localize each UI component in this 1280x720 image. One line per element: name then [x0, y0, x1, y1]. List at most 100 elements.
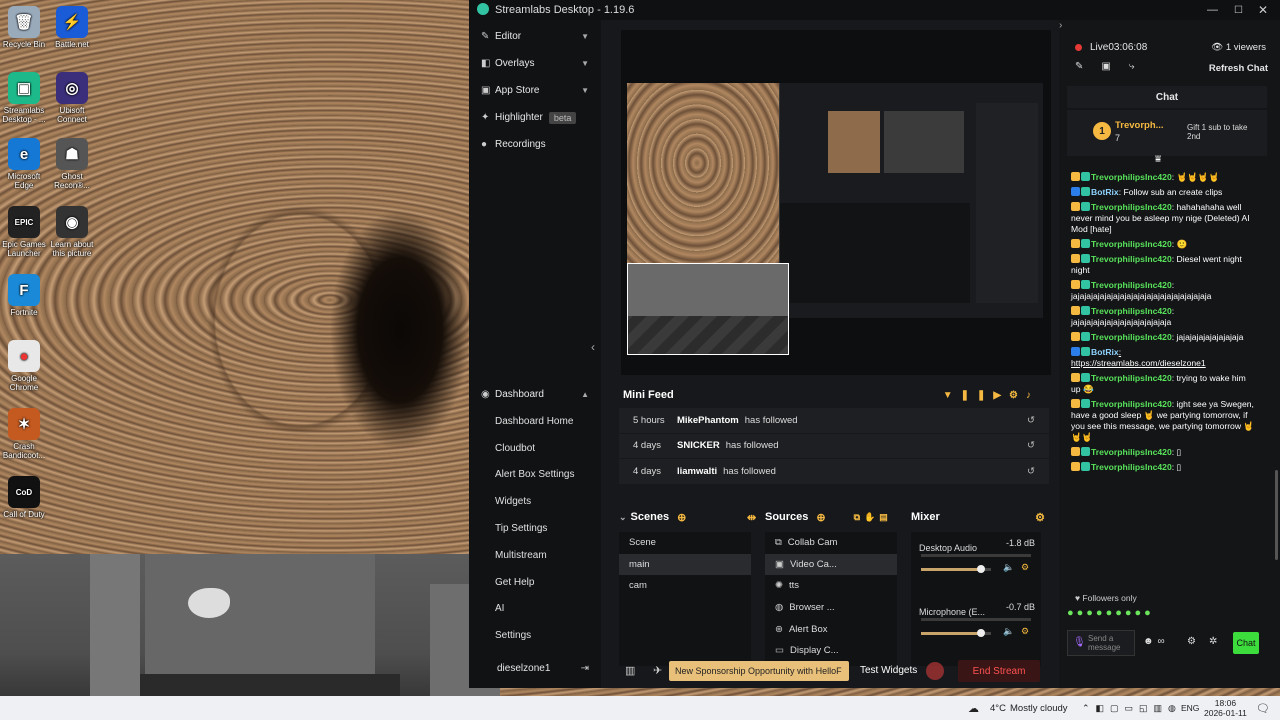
add-scene-icon[interactable]: ⊕ — [677, 511, 686, 524]
channel-settings-icon[interactable]: ⚙ — [1021, 626, 1029, 637]
source-item[interactable]: ⧉ Collab Cam — [765, 532, 897, 554]
desktop-icon[interactable]: ▣ Streamlabs Desktop - ... — [0, 72, 48, 124]
sidebar-subitem-tip-settings[interactable]: Tip Settings — [469, 515, 601, 542]
webcam-source-selection[interactable] — [627, 263, 789, 355]
end-stream-button[interactable]: End Stream — [958, 660, 1040, 682]
record-button[interactable] — [926, 662, 944, 680]
sidebar-subitem-multistream[interactable]: Multistream — [469, 542, 601, 569]
maximize-icon[interactable]: ☐ — [1234, 5, 1243, 16]
notifications-icon[interactable]: 🗨 — [1256, 702, 1270, 715]
expand-icon[interactable]: ⩸ — [1155, 154, 1161, 165]
chat-scrollbar[interactable] — [1275, 470, 1278, 560]
sidebar-item-highlighter[interactable]: ✦ Highlighter beta — [469, 104, 601, 131]
chevron-up-icon[interactable]: ▲ — [581, 390, 589, 399]
sidebar-item-editor[interactable]: ✎ Editor ▼ — [469, 23, 601, 50]
source-tools-icon[interactable]: ⧉✋▤ — [854, 512, 892, 523]
close-icon[interactable]: ✕ — [1258, 3, 1268, 17]
chat-input-tools[interactable]: ☻∞ — [1143, 636, 1169, 647]
minimize-icon[interactable]: — — [1207, 4, 1218, 16]
source-item[interactable]: ◍ Browser ... — [765, 597, 897, 619]
notification-icon[interactable]: ✈ — [653, 664, 662, 677]
clock[interactable]: 18:06 2026-01-11 — [1204, 698, 1247, 718]
tray-icons[interactable]: ⌃◧▢▭◱▥◍ — [1082, 703, 1182, 714]
emote-bar[interactable]: ●●●●●●●●● — [1067, 607, 1267, 623]
chevron-right-icon[interactable]: › — [1059, 20, 1062, 31]
scene-item[interactable]: main — [619, 553, 751, 576]
sidebar-item-overlays[interactable]: ◧ Overlays ▼ — [469, 50, 601, 77]
send-chat-button[interactable]: Chat — [1233, 632, 1259, 654]
settings-icon[interactable]: ⚙ — [1187, 636, 1196, 647]
desktop-icon[interactable]: 🗑 Recycle Bin — [0, 6, 48, 49]
chat-username[interactable]: TrevorphilipsInc420 — [1091, 202, 1172, 212]
refresh-chat-button[interactable]: Refresh Chat — [1209, 63, 1268, 74]
add-source-icon[interactable]: ⊕ — [816, 511, 825, 524]
chat-username[interactable]: TrevorphilipsInc420 — [1091, 306, 1172, 316]
sidebar-subitem-alert-box-settings[interactable]: Alert Box Settings — [469, 462, 601, 489]
desktop-icon[interactable]: ◉ Learn about this picture — [48, 206, 96, 258]
chat-username[interactable]: TrevorphilipsInc420 — [1091, 172, 1172, 182]
chat-username[interactable]: TrevorphilipsInc420 — [1091, 373, 1172, 383]
desktop-icon[interactable]: CoD Call of Duty — [0, 476, 48, 519]
sidebar-item-dashboard[interactable]: ◉ Dashboard ▲ — [469, 381, 601, 408]
chevron-down-icon[interactable]: ▼ — [581, 59, 589, 68]
chat-username[interactable]: TrevorphilipsInc420 — [1091, 462, 1172, 472]
chat-username[interactable]: TrevorphilipsInc420 — [1091, 399, 1172, 409]
replay-icon[interactable]: ↺ — [1027, 466, 1035, 477]
volume-slider-knob[interactable] — [976, 565, 985, 573]
source-item[interactable]: ▣ Video Ca... — [765, 553, 897, 576]
sidebar-item-app-store[interactable]: ▣ App Store ▼ — [469, 77, 601, 104]
chat-tools[interactable]: ✎▣⤷ — [1075, 61, 1152, 72]
sidebar-subitem-get-help[interactable]: Get Help — [469, 569, 601, 596]
volume-slider[interactable] — [921, 629, 991, 637]
language-indicator[interactable]: ENG — [1181, 703, 1199, 713]
desktop-icon[interactable]: ⚡ Battle.net — [48, 6, 96, 49]
chat-username[interactable]: BotRix — [1091, 187, 1119, 197]
mixer-settings-icon[interactable]: ⚙ — [1035, 511, 1045, 524]
desktop-icon[interactable]: ✶ Crash Bandicoot... — [0, 408, 48, 460]
desktop-icon[interactable]: EPIC Epic Games Launcher — [0, 206, 48, 258]
sponsorship-banner[interactable]: New Sponsorship Opportunity with HelloF — [669, 661, 849, 681]
weather-text[interactable]: Mostly cloudy — [1010, 703, 1068, 714]
sidebar-subitem-settings[interactable]: Settings — [469, 622, 601, 649]
chat-username[interactable]: TrevorphilipsInc420 — [1091, 447, 1172, 457]
chat-username[interactable]: TrevorphilipsInc420 — [1091, 280, 1172, 290]
sidebar-subitem-cloudbot[interactable]: Cloudbot — [469, 435, 601, 462]
source-item[interactable]: ⊛ Alert Box — [765, 618, 897, 640]
volume-slider[interactable] — [921, 565, 991, 573]
microphone-icon[interactable]: 🎙 — [1073, 637, 1086, 648]
chat-username[interactable]: BotRix — [1091, 347, 1119, 357]
desktop-icon[interactable]: e Microsoft Edge — [0, 138, 48, 190]
scene-item[interactable]: Scene — [619, 532, 751, 554]
test-widgets-button[interactable]: Test Widgets — [860, 665, 917, 676]
chevron-left-icon[interactable]: ‹ — [591, 340, 595, 354]
chat-username[interactable]: TrevorphilipsInc420 — [1091, 332, 1172, 342]
chevron-down-icon[interactable]: ▼ — [581, 86, 589, 95]
replay-icon[interactable]: ↺ — [1027, 415, 1035, 426]
sidebar-subitem-widgets[interactable]: Widgets — [469, 488, 601, 515]
channel-settings-icon[interactable]: ⚙ — [1021, 562, 1029, 573]
sidebar-subitem-dashboard-home[interactable]: Dashboard Home — [469, 408, 601, 435]
weather-temp[interactable]: 4°C — [990, 703, 1006, 714]
sidebar-subitem-ai[interactable]: AI — [469, 596, 601, 623]
desktop-icon[interactable]: F Fortnite — [0, 274, 48, 317]
volume-slider-knob[interactable] — [977, 629, 986, 637]
chevron-down-icon[interactable]: ▼ — [581, 32, 589, 41]
gear-icon[interactable]: ✲ — [1209, 636, 1217, 647]
replay-icon[interactable]: ↺ — [1027, 440, 1035, 451]
scene-transitions-icon[interactable]: ⇹ — [747, 511, 756, 524]
user-account[interactable]: dieselzone1 ⇥ — [469, 658, 601, 678]
weather-icon[interactable]: ☁ — [968, 702, 979, 715]
gift-sub-prompt[interactable]: Gift 1 sub to take 2nd — [1187, 123, 1257, 141]
desktop-icon[interactable]: ◎ Ubisoft Connect — [48, 72, 96, 124]
scene-item[interactable]: cam — [619, 575, 751, 597]
desktop-icon[interactable]: ☗ Ghost Recon®... — [48, 138, 96, 190]
stream-preview[interactable] — [621, 30, 1051, 375]
chat-username[interactable]: TrevorphilipsInc420 — [1091, 254, 1172, 264]
logout-icon[interactable]: ⇥ — [581, 663, 589, 674]
source-item[interactable]: ✺ tts — [765, 575, 897, 597]
stats-icon[interactable]: ▥ — [625, 664, 635, 677]
mini-feed-controls[interactable]: ▼❚❚▶⚙♪ — [943, 390, 1039, 401]
chat-username[interactable]: TrevorphilipsInc420 — [1091, 239, 1172, 249]
desktop-icon[interactable]: ● Google Chrome — [0, 340, 48, 392]
sidebar-item-recordings[interactable]: ● Recordings — [469, 131, 601, 158]
